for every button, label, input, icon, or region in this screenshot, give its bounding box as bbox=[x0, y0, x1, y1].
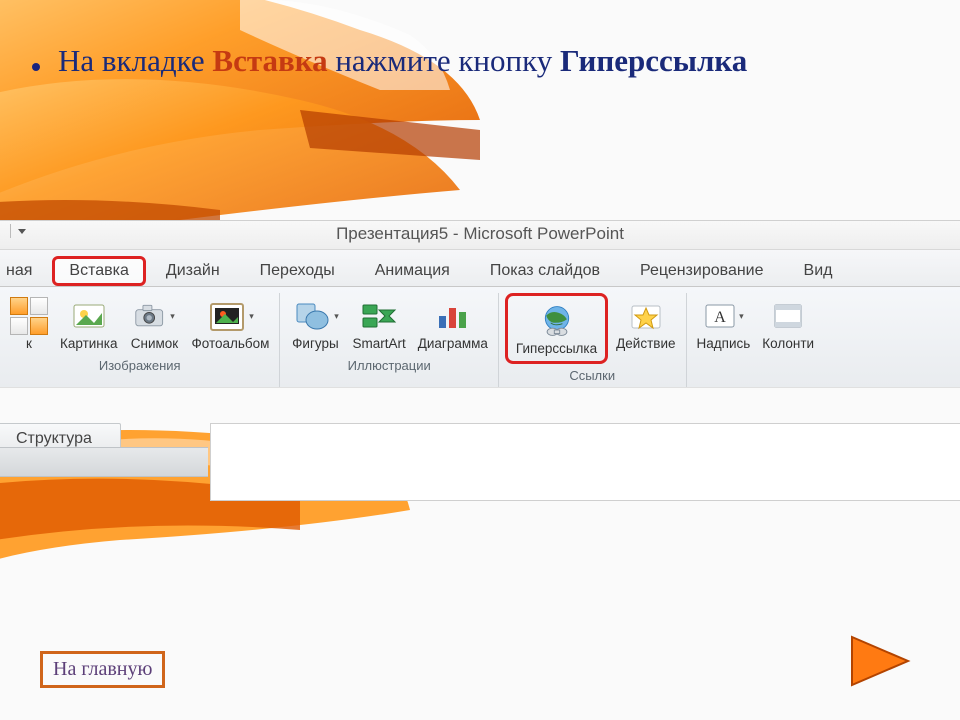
textbox-icon: A bbox=[703, 301, 737, 331]
table-icon bbox=[10, 297, 48, 335]
nav-home-link[interactable]: На главную bbox=[40, 651, 165, 688]
tab-review[interactable]: Рецензирование bbox=[620, 256, 784, 286]
headerfooter-icon bbox=[771, 301, 805, 331]
group-images: к Картинка bbox=[0, 293, 280, 387]
svg-text:A: A bbox=[714, 309, 726, 326]
tab-view[interactable]: Вид bbox=[784, 256, 853, 286]
nav-next-button[interactable] bbox=[848, 633, 914, 694]
tab-slideshow[interactable]: Показ слайдов bbox=[470, 256, 620, 286]
ribbon-tabs: ная Вставка Дизайн Переходы Анимация Пок… bbox=[0, 250, 960, 287]
screenshot-button[interactable]: ▾ Снимок bbox=[125, 293, 183, 354]
heading-em-insert: Вставка bbox=[212, 43, 327, 78]
powerpoint-ribbon-panel: Презентация5 - Microsoft PowerPoint ная … bbox=[0, 220, 960, 388]
action-star-icon bbox=[626, 298, 666, 334]
hyperlink-label: Гиперссылка bbox=[516, 341, 597, 356]
slide-canvas-edge bbox=[210, 423, 960, 501]
pp-title-text: Презентация5 - Microsoft PowerPoint bbox=[336, 224, 624, 243]
outline-pane-body bbox=[0, 447, 208, 477]
tab-insert[interactable]: Вставка bbox=[52, 256, 145, 286]
tab-home-cut[interactable]: ная bbox=[0, 256, 52, 286]
bullet-icon bbox=[32, 63, 40, 71]
screenshot-label: Снимок bbox=[131, 336, 178, 351]
qat-dropdown-icon[interactable] bbox=[10, 224, 26, 238]
photoalbum-label: Фотоальбом bbox=[191, 336, 269, 351]
heading-part2: нажмите кнопку bbox=[328, 43, 560, 78]
tab-design[interactable]: Дизайн bbox=[146, 256, 240, 286]
hyperlink-highlight: Гиперссылка bbox=[505, 293, 608, 364]
globe-link-icon bbox=[537, 303, 577, 339]
picture-label-cut: к bbox=[26, 336, 32, 351]
hyperlink-button[interactable]: Гиперссылка bbox=[512, 298, 601, 359]
headerfooter-label-cut: Колонти bbox=[762, 336, 814, 351]
headerfooter-button-cut[interactable]: Колонти bbox=[758, 293, 818, 354]
chart-button[interactable]: Диаграмма bbox=[414, 293, 492, 354]
group-illustrations: ▾ Фигуры SmartArt bbox=[280, 293, 498, 387]
smartart-button[interactable]: SmartArt bbox=[348, 293, 409, 354]
clipart-icon bbox=[72, 301, 106, 331]
camera-icon bbox=[134, 301, 168, 331]
heading-em-hyperlink: Гиперссылка bbox=[560, 43, 747, 78]
group-links-label: Ссылки bbox=[569, 364, 615, 385]
group-links: Гиперссылка Действие Ссылки bbox=[499, 293, 687, 387]
tab-transitions[interactable]: Переходы bbox=[240, 256, 355, 286]
tab-animations[interactable]: Анимация bbox=[355, 256, 470, 286]
textbox-label: Надпись bbox=[697, 336, 751, 351]
ribbon-body: к Картинка bbox=[0, 287, 960, 387]
shapes-icon bbox=[292, 298, 332, 334]
triangle-right-icon bbox=[848, 633, 914, 689]
smartart-label: SmartArt bbox=[352, 336, 405, 351]
smartart-icon bbox=[359, 298, 399, 334]
group-text-label bbox=[753, 354, 757, 375]
chart-label: Диаграмма bbox=[418, 336, 488, 351]
slide-heading: На вкладке Вставка нажмите кнопку Гиперс… bbox=[32, 40, 940, 82]
group-text: A ▾ Надпись bbox=[687, 293, 825, 387]
pp-window-title: Презентация5 - Microsoft PowerPoint bbox=[0, 221, 960, 250]
below-ribbon-area: Структура bbox=[0, 423, 960, 483]
shapes-label: Фигуры bbox=[292, 336, 339, 351]
action-button[interactable]: Действие bbox=[612, 293, 679, 354]
picture-button-cut[interactable]: к bbox=[6, 293, 52, 354]
heading-part1: На вкладке bbox=[58, 43, 212, 78]
clipart-button[interactable]: Картинка bbox=[56, 293, 121, 354]
album-icon bbox=[207, 298, 247, 334]
group-illustrations-label: Иллюстрации bbox=[348, 354, 431, 375]
shapes-button[interactable]: ▾ Фигуры bbox=[286, 293, 344, 354]
action-label: Действие bbox=[616, 336, 675, 351]
textbox-button[interactable]: A ▾ Надпись bbox=[693, 293, 755, 354]
photoalbum-button[interactable]: ▾ Фотоальбом bbox=[187, 293, 273, 354]
group-images-label: Изображения bbox=[99, 354, 181, 375]
chart-icon bbox=[433, 298, 473, 334]
clipart-label: Картинка bbox=[60, 336, 117, 351]
